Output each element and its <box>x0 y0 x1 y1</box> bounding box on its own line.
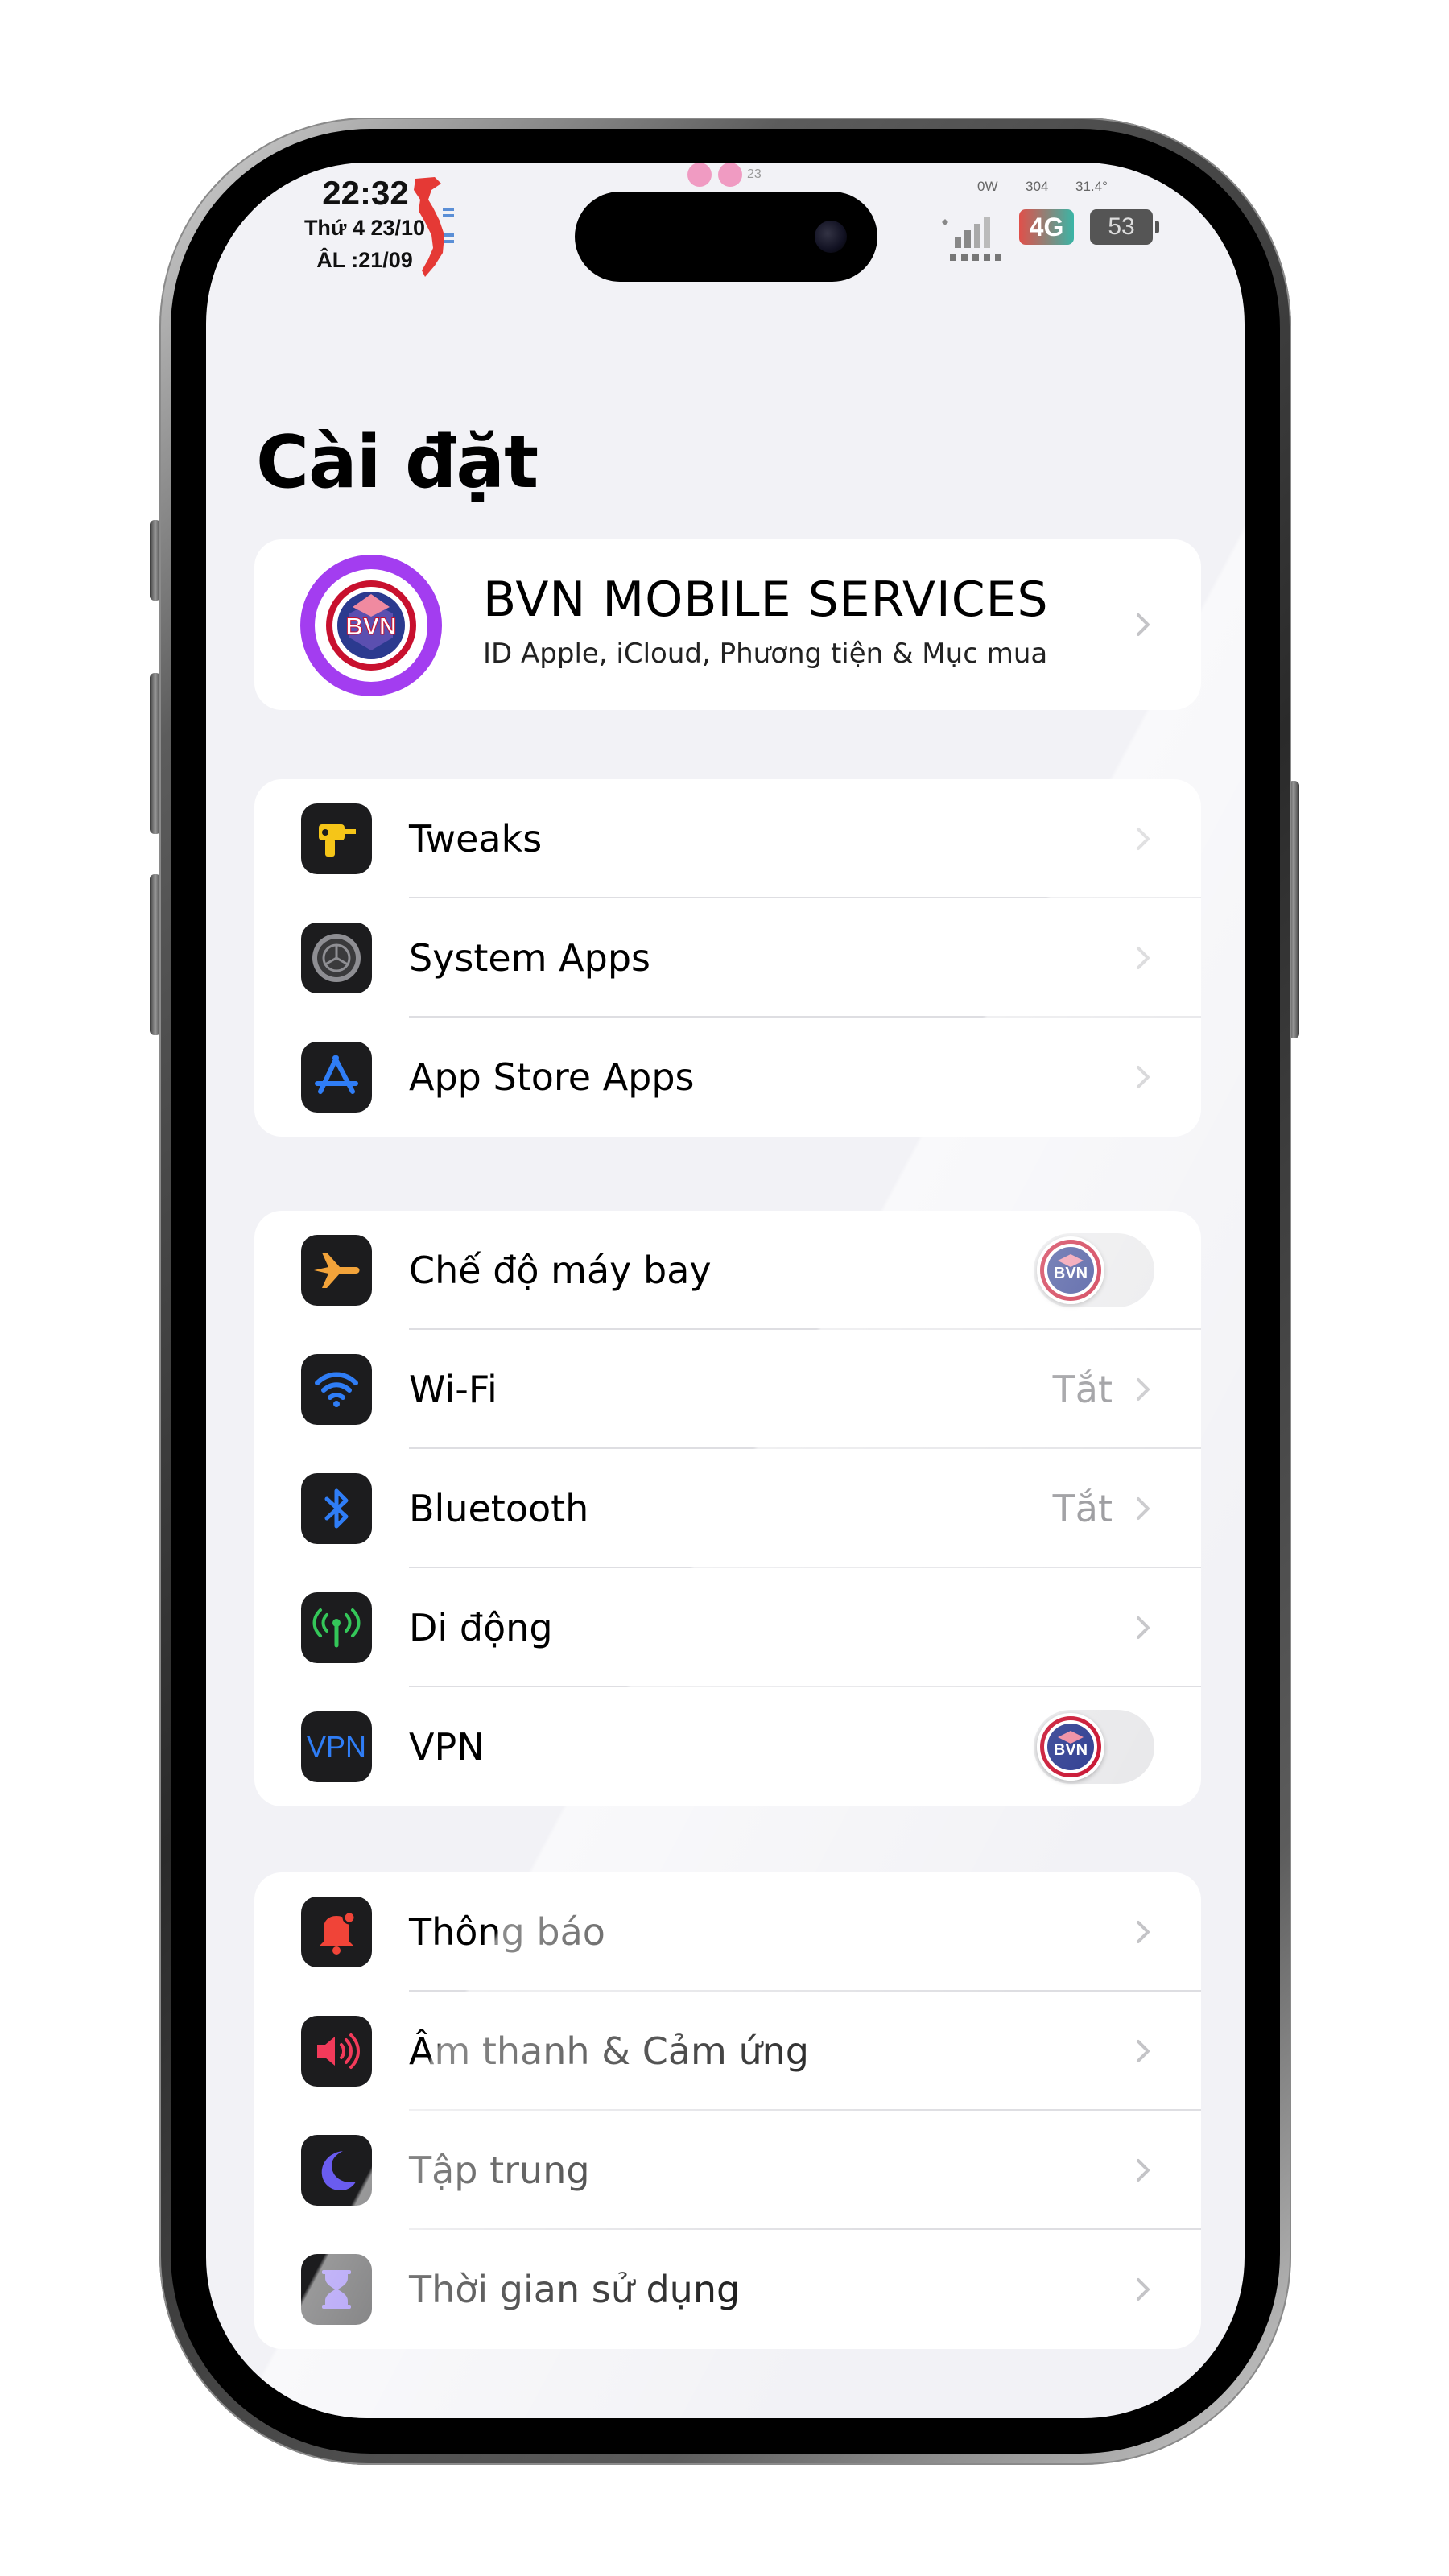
notifications-group: Thông báo Âm thanh & Cảm ứng Tập trung T… <box>254 1872 1201 2349</box>
drill-icon <box>301 803 372 874</box>
moon-icon <box>301 2135 372 2206</box>
row-label: Thời gian sử dụng <box>409 2268 741 2311</box>
row-focus[interactable]: Tập trung <box>254 2111 1201 2230</box>
status-power: 0W <box>977 179 998 194</box>
chevron-right-icon <box>1137 2040 1150 2062</box>
row-sounds[interactable]: Âm thanh & Cảm ứng <box>254 1992 1201 2111</box>
camera-icon <box>815 221 847 253</box>
chevron-right-icon <box>1137 2278 1150 2301</box>
row-label: VPN <box>409 1725 485 1769</box>
chevron-right-icon <box>1137 613 1150 636</box>
row-wifi[interactable]: Wi-Fi Tắt <box>254 1330 1201 1449</box>
gear-icon <box>301 923 372 993</box>
chevron-right-icon <box>1137 1616 1150 1639</box>
chevron-right-icon <box>1137 1921 1150 1943</box>
row-label: Thông báo <box>409 1910 605 1954</box>
row-label: Bluetooth <box>409 1487 589 1530</box>
hourglass-icon <box>301 2254 372 2325</box>
bluetooth-icon <box>301 1473 372 1544</box>
row-label: System Apps <box>409 936 650 980</box>
chevron-right-icon <box>1137 2159 1150 2182</box>
connectivity-group: Chế độ máy bay BVN Wi-Fi Tắt Bluetooth T… <box>254 1211 1201 1806</box>
row-value: Tắt <box>1052 1487 1113 1530</box>
chevron-right-icon <box>1137 828 1150 850</box>
chevron-right-icon <box>1137 947 1150 969</box>
row-tweaks[interactable]: Tweaks <box>254 779 1201 898</box>
vietnam-map-icon <box>414 177 454 277</box>
row-notifications[interactable]: Thông báo <box>254 1872 1201 1992</box>
status-time: 22:32 <box>322 174 409 212</box>
status-temperature: 31.4° <box>1075 179 1108 194</box>
airplane-toggle[interactable]: BVN <box>1034 1233 1154 1307</box>
row-label: Wi-Fi <box>409 1368 497 1411</box>
dynamic-island <box>575 192 877 282</box>
row-label: Di động <box>409 1606 553 1649</box>
toggle-knob-text: BVN <box>1054 1741 1088 1759</box>
avatar-text: BVN <box>345 613 396 640</box>
row-system-apps[interactable]: System Apps <box>254 898 1201 1018</box>
signal-icon <box>942 217 1001 261</box>
screen: 22:32 Thứ 4 23/10 ÂL :21/09 23 0W 304 31… <box>206 163 1245 2418</box>
row-bluetooth[interactable]: Bluetooth Tắt <box>254 1449 1201 1568</box>
status-charge: 304 <box>1026 179 1049 194</box>
app-store-icon <box>301 1042 372 1113</box>
chevron-right-icon <box>1137 1497 1150 1520</box>
avatar: BVN <box>300 555 442 696</box>
profile-row[interactable]: BVN BVN MOBILE SERVICES ID Apple, iCloud… <box>254 539 1201 710</box>
row-label: Tập trung <box>409 2149 590 2192</box>
toggle-knob: BVN <box>1037 1236 1104 1304</box>
profile-name: BVN MOBILE SERVICES <box>483 572 1049 628</box>
row-screen-time[interactable]: Thời gian sử dụng <box>254 2230 1201 2349</box>
chevron-right-icon <box>1137 1378 1150 1401</box>
cellular-icon <box>301 1592 372 1663</box>
row-cellular[interactable]: Di động <box>254 1568 1201 1687</box>
battery-icon: 53 <box>1090 209 1159 245</box>
speaker-indicator-icon <box>718 163 742 187</box>
vpn-icon-text: VPN <box>306 1730 367 1763</box>
toggle-knob: BVN <box>1037 1713 1104 1781</box>
row-label: Tweaks <box>409 817 543 861</box>
row-vpn[interactable]: VPN VPN BVN <box>254 1687 1201 1806</box>
apps-group: Tweaks System Apps App Store Apps <box>254 779 1201 1137</box>
toggle-knob-text: BVN <box>1054 1265 1088 1282</box>
page-title: Cài đặt <box>256 420 539 505</box>
lock-indicator-icon <box>687 163 712 187</box>
bell-icon <box>301 1897 372 1967</box>
wifi-icon <box>301 1354 372 1425</box>
row-label: Âm thanh & Cảm ứng <box>409 2029 809 2073</box>
row-label: Chế độ máy bay <box>409 1249 712 1292</box>
vpn-toggle[interactable]: BVN <box>1034 1710 1154 1784</box>
speaker-icon <box>301 2016 372 2087</box>
row-airplane-mode[interactable]: Chế độ máy bay BVN <box>254 1211 1201 1330</box>
airplane-icon <box>301 1235 372 1306</box>
row-app-store-apps[interactable]: App Store Apps <box>254 1018 1201 1137</box>
row-label: App Store Apps <box>409 1055 695 1099</box>
status-volume: 23 <box>747 167 762 181</box>
chevron-right-icon <box>1137 1066 1150 1088</box>
network-badge: 4G <box>1019 209 1074 245</box>
profile-subtitle: ID Apple, iCloud, Phương tiện & Mục mua <box>483 638 1048 670</box>
vpn-icon: VPN <box>301 1711 372 1782</box>
row-value: Tắt <box>1052 1368 1113 1411</box>
